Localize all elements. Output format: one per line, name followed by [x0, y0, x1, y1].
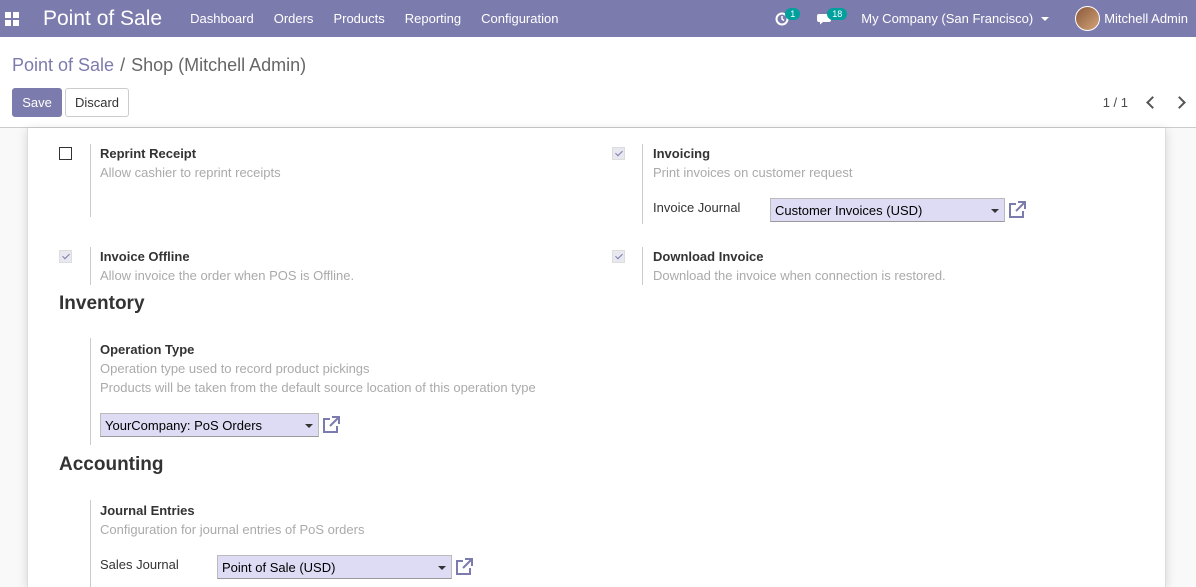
download-invoice-checkbox[interactable] [612, 250, 625, 263]
operation-type-value: YourCompany: PoS Orders [105, 417, 263, 433]
divider [90, 247, 91, 285]
breadcrumb-separator: / [120, 55, 126, 75]
divider [90, 144, 91, 217]
reprint-receipt-title: Reprint Receipt [100, 146, 197, 161]
reprint-receipt-checkbox[interactable] [59, 147, 72, 160]
company-switcher[interactable]: My Company (San Francisco) [861, 11, 1050, 26]
avatar[interactable] [1075, 6, 1101, 31]
breadcrumb-current: Shop (Mitchell Admin) [131, 55, 307, 75]
divider [642, 247, 643, 285]
operation-type-desc: Operation type used to record product pi… [100, 361, 370, 376]
journal-entries-desc: Configuration for journal entries of PoS… [100, 522, 365, 537]
caret-down-icon [438, 566, 446, 570]
sales-journal-select[interactable]: Point of Sale (USD) [217, 555, 452, 579]
external-link-icon[interactable] [321, 415, 341, 435]
apps-grid-icon[interactable] [5, 11, 19, 26]
download-invoice-desc: Download the invoice when connection is … [653, 268, 946, 283]
caret-down-icon [305, 424, 313, 428]
divider [90, 338, 91, 445]
activity-menu[interactable]: 1 [775, 0, 801, 37]
discard-button[interactable]: Discard [65, 88, 129, 117]
invoice-journal-label: Invoice Journal [653, 200, 741, 215]
invoicing-title: Invoicing [653, 146, 711, 161]
company-name: My Company (San Francisco) [861, 11, 1034, 26]
operation-type-desc-2: Products will be taken from the default … [100, 380, 536, 395]
breadcrumb-parent-link[interactable]: Point of Sale [12, 55, 114, 75]
invoicing-desc: Print invoices on customer request [653, 165, 853, 180]
caret-down-icon [991, 209, 999, 213]
invoicing-checkbox[interactable] [612, 147, 625, 160]
menu-products[interactable]: Products [333, 11, 384, 26]
divider [642, 144, 643, 224]
app-title[interactable]: Point of Sale [43, 7, 162, 31]
operation-type-select[interactable]: YourCompany: PoS Orders [100, 413, 319, 437]
reprint-receipt-desc: Allow cashier to reprint receipts [100, 165, 281, 180]
navbar-systray: 1 18 My Company (San Francisco) Mitchell… [775, 0, 1196, 37]
sales-journal-label: Sales Journal [100, 557, 179, 572]
journal-entries-title: Journal Entries [100, 503, 195, 518]
chevron-right-icon[interactable] [1173, 96, 1186, 109]
activity-count-badge: 1 [785, 8, 801, 20]
pager-value[interactable]: 1 / 1 [1103, 95, 1128, 110]
save-button[interactable]: Save [12, 88, 62, 117]
user-menu[interactable]: Mitchell Admin [1104, 11, 1188, 26]
operation-type-title: Operation Type [100, 342, 195, 357]
inventory-section-title: Inventory [59, 293, 145, 314]
menu-orders[interactable]: Orders [274, 11, 314, 26]
download-invoice-title: Download Invoice [653, 249, 764, 264]
top-navbar: Point of Sale Dashboard Orders Products … [0, 0, 1196, 37]
chevron-left-icon[interactable] [1146, 96, 1159, 109]
menu-dashboard[interactable]: Dashboard [190, 11, 254, 26]
caret-down-icon [1041, 16, 1050, 21]
external-link-icon[interactable] [454, 557, 474, 577]
breadcrumb: Point of Sale / Shop (Mitchell Admin) [12, 55, 306, 76]
invoice-offline-title: Invoice Offline [100, 249, 190, 264]
menu-reporting[interactable]: Reporting [405, 11, 461, 26]
pager: 1 / 1 [1103, 95, 1186, 110]
divider [90, 500, 91, 587]
accounting-section-title: Accounting [59, 454, 164, 475]
messages-count-badge: 18 [827, 8, 848, 20]
sales-journal-value: Point of Sale (USD) [222, 559, 336, 575]
invoice-journal-select[interactable]: Customer Invoices (USD) [770, 198, 1005, 222]
form-sheet: Reprint Receipt Allow cashier to reprint… [27, 128, 1166, 587]
external-link-icon[interactable] [1007, 200, 1027, 220]
menu-configuration[interactable]: Configuration [481, 11, 558, 26]
invoice-journal-value: Customer Invoices (USD) [775, 202, 923, 218]
invoice-offline-desc: Allow invoice the order when POS is Offl… [100, 268, 355, 283]
messaging-menu[interactable]: 18 [817, 0, 848, 37]
control-panel: Point of Sale / Shop (Mitchell Admin) Save… [0, 37, 1196, 128]
invoice-offline-checkbox[interactable] [59, 250, 72, 263]
